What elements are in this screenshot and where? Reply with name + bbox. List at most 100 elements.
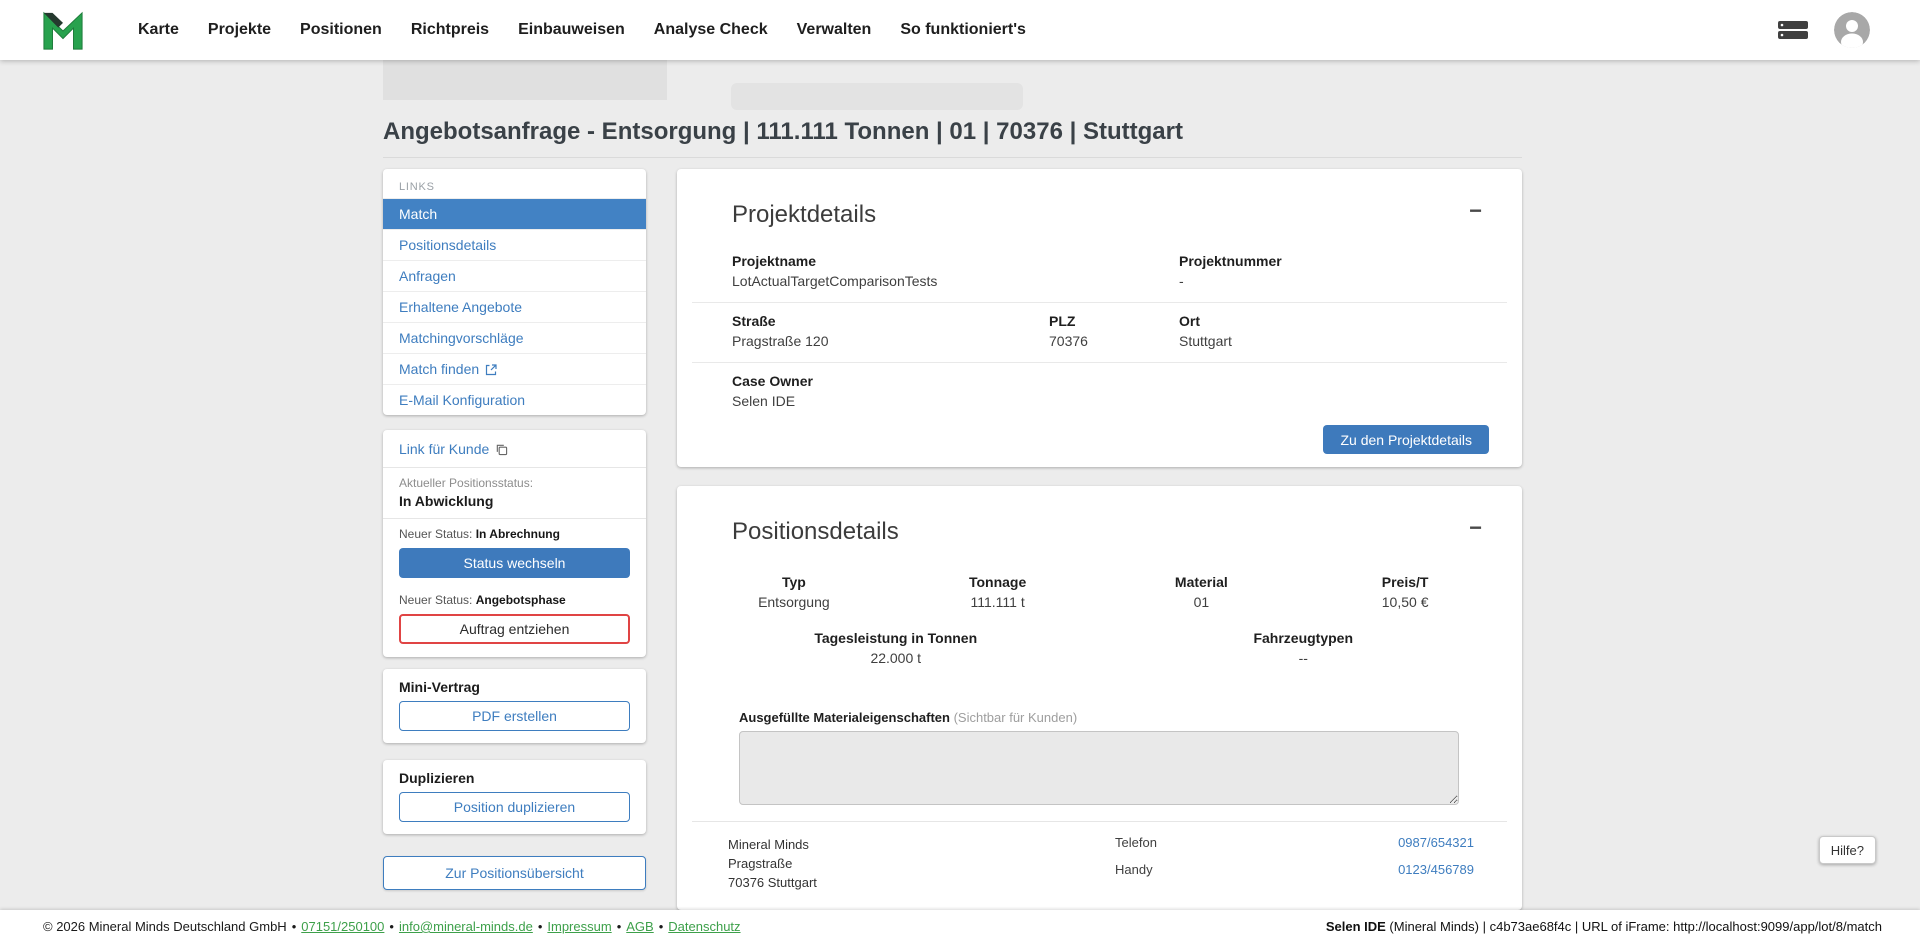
- collapse-project-details-button[interactable]: −: [1469, 201, 1482, 221]
- project-details-card: Projektdetails − Projektname LotActualTa…: [677, 169, 1522, 467]
- sidebar-item-label: Matchingvorschläge: [399, 323, 524, 354]
- footer-email-link[interactable]: info@mineral-minds.de: [399, 919, 533, 934]
- navbar-right-icons: [1778, 12, 1870, 48]
- sidebar-item-label: Anfragen: [399, 261, 456, 292]
- help-button[interactable]: Hilfe?: [1819, 836, 1876, 864]
- sidebar-item-label: Match: [399, 199, 437, 230]
- pdf-create-button[interactable]: PDF erstellen: [399, 701, 630, 731]
- stat-label: Typ: [692, 574, 896, 590]
- footer: © 2026 Mineral Minds Deutschland GmbH • …: [0, 910, 1920, 943]
- current-status-block: Aktueller Positionsstatus: In Abwicklung: [383, 468, 646, 518]
- stat-label: Tagesleistung in Tonnen: [692, 630, 1100, 646]
- stat-material: Material 01: [1100, 574, 1304, 610]
- field-projektnummer: Projektnummer -: [1179, 253, 1507, 289]
- withdraw-order-button[interactable]: Auftrag entziehen: [399, 614, 630, 644]
- field-label: Projektname: [732, 253, 1179, 269]
- divider: [692, 821, 1507, 822]
- duplicate-position-button[interactable]: Position duplizieren: [399, 792, 630, 822]
- nav-item-analyse-check[interactable]: Analyse Check: [654, 21, 768, 39]
- sidebar-item-erhaltene-angebote[interactable]: Erhaltene Angebote: [383, 291, 646, 322]
- field-value: Pragstraße 120: [732, 333, 1049, 349]
- material-properties-label-text: Ausgefüllte Materialeigenschaften: [739, 710, 950, 725]
- top-navbar: Karte Projekte Positionen Richtpreis Ein…: [0, 0, 1920, 60]
- nav-item-richtpreis[interactable]: Richtpreis: [411, 21, 489, 39]
- stat-tagesleistung: Tagesleistung in Tonnen 22.000 t: [692, 630, 1100, 666]
- sidebar-item-matchingvorschlaege[interactable]: Matchingvorschläge: [383, 322, 646, 353]
- current-status-value: In Abwicklung: [399, 493, 630, 509]
- current-status-label: Aktueller Positionsstatus:: [399, 476, 630, 490]
- server-icon[interactable]: [1778, 20, 1808, 40]
- stat-fahrzeugtypen: Fahrzeugtypen --: [1100, 630, 1508, 666]
- stat-value: 10,50 €: [1303, 594, 1507, 610]
- position-details-title: Positionsdetails: [732, 518, 899, 546]
- footer-datenschutz-link[interactable]: Datenschutz: [668, 919, 740, 934]
- handy-label: Handy: [1115, 862, 1153, 877]
- footer-separator: •: [292, 919, 297, 934]
- nav-item-einbauweisen[interactable]: Einbauweisen: [518, 21, 625, 39]
- customer-link-label: Link für Kunde: [399, 441, 489, 457]
- sidebar-item-anfragen[interactable]: Anfragen: [383, 260, 646, 291]
- footer-agb-link[interactable]: AGB: [626, 919, 653, 934]
- page-title: Angebotsanfrage - Entsorgung | 111.111 T…: [383, 118, 1522, 146]
- project-row-1: Projektname LotActualTargetComparisonTes…: [692, 243, 1507, 303]
- footer-separator: •: [538, 919, 543, 934]
- links-header: LINKS: [383, 169, 646, 198]
- user-avatar[interactable]: [1834, 12, 1870, 48]
- position-details-card: Positionsdetails − Typ Entsorgung Tonnag…: [677, 486, 1522, 910]
- copy-icon: [495, 443, 508, 456]
- nav-item-so-funktionierts[interactable]: So funktioniert's: [900, 21, 1026, 39]
- stat-label: Tonnage: [896, 574, 1100, 590]
- scrolled-content-remnant-pill: [731, 83, 1023, 110]
- stat-tonnage: Tonnage 111.111 t: [896, 574, 1100, 610]
- customer-link[interactable]: Link für Kunde: [383, 430, 646, 467]
- telefon-link[interactable]: 0987/654321: [1398, 835, 1474, 850]
- duplicate-title: Duplizieren: [383, 760, 646, 792]
- project-row-2: Straße Pragstraße 120 PLZ 70376 Ort Stut…: [692, 303, 1507, 363]
- field-ort: Ort Stuttgart: [1179, 313, 1507, 349]
- material-properties-hint: (Sichtbar für Kunden): [954, 710, 1078, 725]
- status-change-button[interactable]: Status wechseln: [399, 548, 630, 578]
- contact-row-handy: Handy 0123/456789: [1115, 862, 1474, 877]
- footer-phone-link[interactable]: 07151/250100: [301, 919, 384, 934]
- handy-link[interactable]: 0123/456789: [1398, 862, 1474, 877]
- back-to-positions-button[interactable]: Zur Positionsübersicht: [383, 856, 646, 890]
- mini-contract-title: Mini-Vertrag: [383, 669, 646, 701]
- field-value: Stuttgart: [1179, 333, 1507, 349]
- stat-typ: Typ Entsorgung: [692, 574, 896, 610]
- mineral-minds-logo[interactable]: [40, 9, 86, 51]
- stat-label: Material: [1100, 574, 1304, 590]
- next-status-label: Neuer Status:: [399, 527, 472, 541]
- nav-item-verwalten[interactable]: Verwalten: [797, 21, 872, 39]
- status-card: Link für Kunde Aktueller Positionsstatus…: [383, 430, 646, 657]
- to-project-details-button[interactable]: Zu den Projektdetails: [1323, 425, 1489, 454]
- stat-label: Fahrzeugtypen: [1100, 630, 1508, 646]
- sidebar-item-label: E-Mail Konfiguration: [399, 385, 525, 416]
- external-link-icon: [485, 364, 497, 376]
- project-details-header: Projektdetails −: [677, 169, 1522, 243]
- stat-label: Preis/T: [1303, 574, 1507, 590]
- footer-left: © 2026 Mineral Minds Deutschland GmbH • …: [43, 919, 741, 934]
- project-details-title: Projektdetails: [732, 201, 876, 229]
- field-label: Case Owner: [732, 373, 1507, 389]
- field-value: Selen IDE: [732, 393, 1507, 409]
- next-status-label: Neuer Status:: [399, 593, 472, 607]
- footer-session-text: (Mineral Minds) | c4b73ae68f4c | URL of …: [1386, 919, 1882, 934]
- nav-item-positionen[interactable]: Positionen: [300, 21, 382, 39]
- next-status-2: Neuer Status: Angebotsphase: [383, 585, 646, 610]
- footer-copyright: © 2026 Mineral Minds Deutschland GmbH: [43, 919, 287, 934]
- nav-item-karte[interactable]: Karte: [138, 21, 179, 39]
- sidebar-item-email-konfiguration[interactable]: E-Mail Konfiguration: [383, 384, 646, 415]
- footer-impressum-link[interactable]: Impressum: [547, 919, 611, 934]
- field-case-owner: Case Owner Selen IDE: [732, 373, 1507, 409]
- sidebar-item-match-finden[interactable]: Match finden: [383, 353, 646, 384]
- footer-user: Selen IDE: [1326, 919, 1386, 934]
- field-value: LotActualTargetComparisonTests: [732, 273, 1179, 289]
- nav-item-projekte[interactable]: Projekte: [208, 21, 271, 39]
- field-label: Projektnummer: [1179, 253, 1507, 269]
- material-properties-label: Ausgefüllte Materialeigenschaften (Sicht…: [739, 710, 1459, 725]
- material-properties-textarea[interactable]: [739, 731, 1459, 805]
- field-value: 70376: [1049, 333, 1179, 349]
- sidebar-item-positionsdetails[interactable]: Positionsdetails: [383, 229, 646, 260]
- sidebar-item-match[interactable]: Match: [383, 198, 646, 229]
- collapse-position-details-button[interactable]: −: [1469, 518, 1482, 538]
